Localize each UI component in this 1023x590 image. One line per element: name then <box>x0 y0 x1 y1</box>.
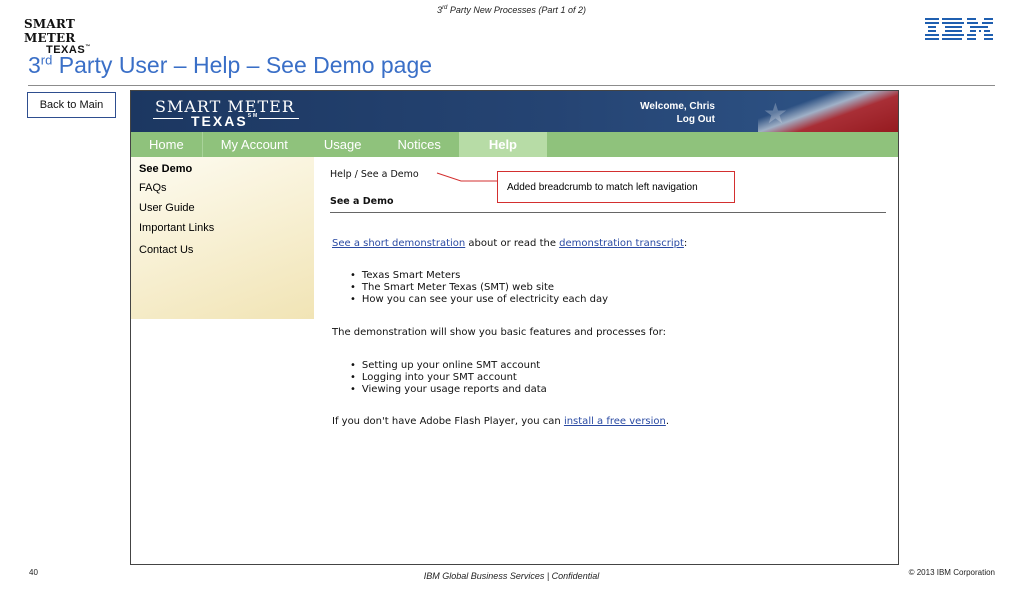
slide-header-note: 3rd Party New Processes (Part 1 of 2) <box>0 5 1023 15</box>
site-logo-sm: SM <box>247 113 260 119</box>
annotation-callout: Added breadcrumb to match left navigatio… <box>497 171 735 203</box>
slide-title: 3rd Party User – Help – See Demo page <box>28 52 432 79</box>
left-navigation: See Demo FAQs User Guide Important Links… <box>131 157 314 319</box>
nav-tab-home[interactable]: Home <box>131 132 203 157</box>
left-nav-user-guide[interactable]: User Guide <box>139 202 195 214</box>
left-nav-contact-us[interactable]: Contact Us <box>139 244 193 256</box>
short-demonstration-link[interactable]: See a short demonstration <box>332 238 465 249</box>
list-item: Logging into your SMT account <box>350 372 547 384</box>
footer-copyright: © 2013 IBM Corporation <box>908 568 995 577</box>
nav-tab-help[interactable]: Help <box>458 132 547 157</box>
list-item: Texas Smart Meters <box>350 270 608 282</box>
breadcrumb: Help / See a Demo <box>330 169 419 180</box>
list-item: How you can see your use of electricity … <box>350 294 608 306</box>
logo-tm: ™ <box>85 44 91 50</box>
logout-link[interactable]: Log Out <box>571 113 715 126</box>
intro-end-text: : <box>683 238 688 249</box>
main-content: Help / See a Demo See a Demo See a short… <box>314 157 898 564</box>
flash-paragraph: If you don't have Adobe Flash Player, yo… <box>332 416 669 427</box>
footer-confidential: IBM Global Business Services | Confident… <box>423 571 600 581</box>
title-sup: rd <box>40 52 53 68</box>
welcome-text: Welcome, Chris <box>640 101 715 112</box>
ibm-logo <box>925 18 993 40</box>
welcome-block: Welcome, Chris Log Out <box>571 100 715 126</box>
section-divider <box>330 212 886 213</box>
install-flash-link[interactable]: install a free version <box>564 416 666 427</box>
list-item: The Smart Meter Texas (SMT) web site <box>350 282 608 294</box>
flash-pre-text: If you don't have Adobe Flash Player, yo… <box>332 416 564 427</box>
site-logo-texas: TEXAS <box>191 113 248 129</box>
list-item: Setting up your online SMT account <box>350 360 547 372</box>
demonstration-transcript-link[interactable]: demonstration transcript <box>559 238 684 249</box>
title-divider <box>28 85 995 86</box>
texas-flag-graphic <box>758 91 898 132</box>
features-paragraph: The demonstration will show you basic fe… <box>332 327 666 338</box>
nav-tab-usage[interactable]: Usage <box>306 132 380 157</box>
section-title: See a Demo <box>330 196 394 207</box>
nav-tab-my-account[interactable]: My Account <box>203 132 306 157</box>
intro-mid-text: about or read the <box>465 238 560 249</box>
logo-rule-left <box>153 118 183 119</box>
website-screenshot-frame: ★ SMART METER TEXASSM Welcome, Chris Log… <box>130 90 899 565</box>
smart-meter-texas-logo: SMART METER TEXAS™ <box>24 17 124 56</box>
flash-end-text: . <box>665 416 670 427</box>
features-list: Setting up your online SMT account Loggi… <box>350 360 547 396</box>
back-to-main-button[interactable]: Back to Main <box>27 92 116 118</box>
left-nav-faqs[interactable]: FAQs <box>139 182 167 194</box>
nav-tab-notices[interactable]: Notices <box>379 132 458 157</box>
header-note-text: Party New Processes (Part 1 of 2) <box>447 5 586 15</box>
site-banner: ★ SMART METER TEXASSM Welcome, Chris Log… <box>131 91 898 132</box>
title-text: Party User – Help – See Demo page <box>52 52 433 78</box>
left-nav-see-demo[interactable]: See Demo <box>139 163 192 175</box>
logo-rule-right <box>259 118 299 119</box>
demo-topics-list: Texas Smart Meters The Smart Meter Texas… <box>350 270 608 306</box>
site-logo[interactable]: SMART METER TEXASSM <box>155 97 295 129</box>
main-nav: Home My Account Usage Notices Help <box>131 132 898 157</box>
logo-line1: SMART METER <box>24 17 76 45</box>
intro-paragraph: See a short demonstration about or read … <box>332 238 687 249</box>
title-number: 3 <box>28 52 41 78</box>
list-item: Viewing your usage reports and data <box>350 384 547 396</box>
left-nav-important-links[interactable]: Important Links <box>139 222 214 234</box>
